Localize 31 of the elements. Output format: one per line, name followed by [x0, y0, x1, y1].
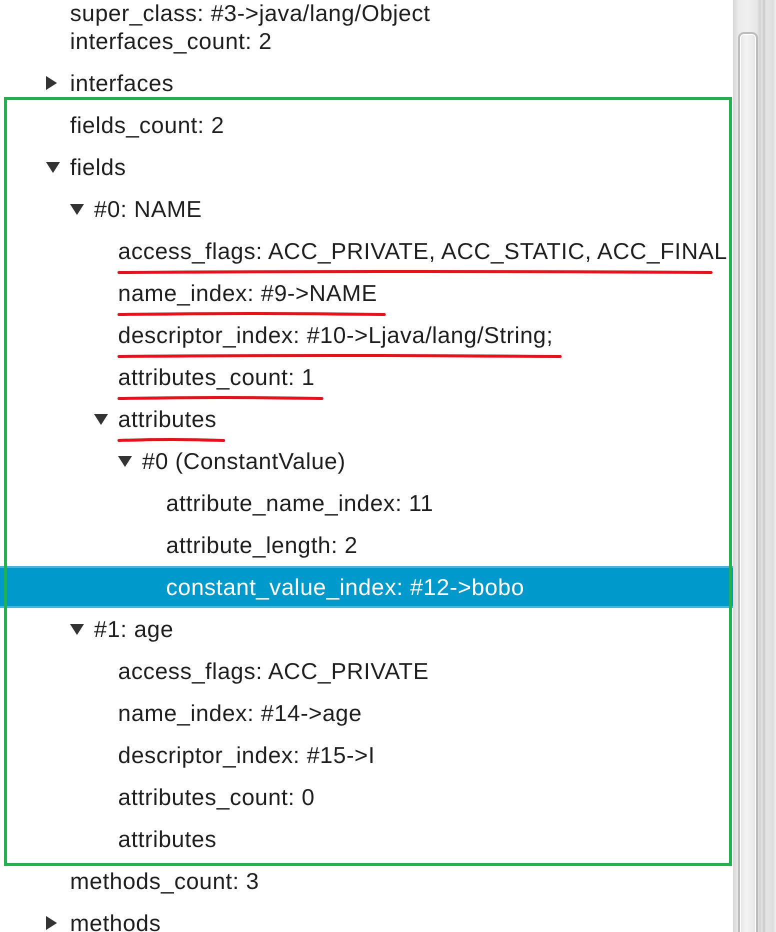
tree-item[interactable]: access_flags: ACC_PRIVATE: [118, 658, 429, 684]
tree-item[interactable]: attributes: [118, 406, 217, 432]
tree-item[interactable]: methods_count: 3: [70, 868, 260, 894]
caret-down-icon[interactable]: [118, 456, 132, 466]
tree-item[interactable]: access_flags: ACC_PRIVATE, ACC_STATIC, ACC_FINAL: [118, 238, 728, 264]
tree-item[interactable]: attributes_count: 1: [118, 364, 315, 390]
tree-item[interactable]: super_class: #3->java/lang/Object: [70, 0, 430, 27]
tree-item[interactable]: #0 (ConstantValue): [142, 448, 346, 474]
tree-item[interactable]: interfaces: [70, 70, 174, 96]
tree-item[interactable]: fields: [70, 154, 126, 180]
caret-right-icon[interactable]: [46, 916, 57, 930]
caret-down-icon[interactable]: [70, 204, 84, 214]
scrollbar[interactable]: [733, 0, 776, 932]
caret-down-icon[interactable]: [70, 624, 84, 634]
tree-item[interactable]: attribute_name_index: 11: [166, 490, 434, 516]
tree-item[interactable]: methods: [70, 910, 162, 932]
caret-down-icon[interactable]: [94, 414, 108, 424]
tree-item[interactable]: attributes: [118, 826, 217, 852]
tree-item[interactable]: name_index: #14->age: [118, 700, 362, 726]
tree-item[interactable]: descriptor_index: #10->Ljava/lang/String;: [118, 322, 554, 348]
tree-item[interactable]: #1: age: [94, 616, 174, 642]
tree-item[interactable]: #0: NAME: [94, 196, 202, 222]
tree-item[interactable]: interfaces_count: 2: [70, 28, 272, 54]
tree-item[interactable]: fields_count: 2: [70, 112, 224, 138]
tree-item[interactable]: name_index: #9->NAME: [118, 280, 378, 306]
tree-item[interactable]: attribute_length: 2: [166, 532, 358, 558]
caret-right-icon[interactable]: [46, 76, 57, 90]
tree-item[interactable]: attributes_count: 0: [118, 784, 315, 810]
scrollbar-thumb[interactable]: [738, 32, 758, 932]
caret-down-icon[interactable]: [46, 162, 60, 172]
tree-item[interactable]: descriptor_index: #15->I: [118, 742, 375, 768]
